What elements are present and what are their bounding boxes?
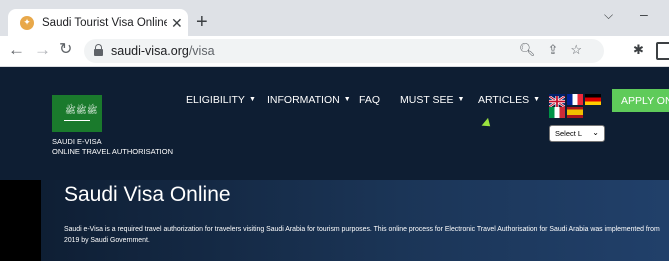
site-favicon-icon: ✦ xyxy=(20,15,34,30)
caret-down-icon: ▼ xyxy=(457,96,465,103)
language-select[interactable]: Select L ⌄ xyxy=(549,125,605,142)
reload-icon[interactable]: ↻ xyxy=(59,40,72,60)
nav-label: ELIGIBILITY xyxy=(186,94,245,106)
france-flag-icon[interactable] xyxy=(567,94,583,105)
nav-eligibility[interactable]: ELIGIBILITY ▼ xyxy=(186,94,256,106)
language-select-value: Select L xyxy=(555,129,583,138)
tab-search-chevron-icon[interactable]: ⌵ xyxy=(604,8,613,23)
nav-information[interactable]: INFORMATION ▼ xyxy=(267,94,351,106)
italy-flag-icon[interactable] xyxy=(549,107,565,118)
new-tab-icon[interactable]: + xyxy=(196,12,208,32)
caret-down-icon: ▼ xyxy=(533,96,541,103)
minimize-icon[interactable]: – xyxy=(640,6,648,22)
browser-toolbar: ← → ↻ saudi-visa.org/visa 🔍︎⇪☆ xyxy=(0,36,669,67)
germany-flag-icon[interactable] xyxy=(585,94,601,105)
zoom-icon[interactable]: 🔍︎ xyxy=(519,42,548,57)
extensions-puzzle-icon[interactable]: ✱ xyxy=(633,42,644,58)
nav-must-see[interactable]: MUST SEE ▼ xyxy=(400,94,464,106)
hero-description: Saudi e-Visa is a required travel author… xyxy=(64,226,660,244)
nav-label: INFORMATION xyxy=(267,94,340,106)
tab-close-icon[interactable]: ✕ xyxy=(171,16,183,30)
side-panel-icon[interactable] xyxy=(656,42,669,60)
nav-faq[interactable]: FAQ xyxy=(359,94,380,106)
flag-sword xyxy=(64,120,90,121)
logo-subtitle: ONLINE TRAVEL AUTHORISATION xyxy=(52,147,173,156)
share-icon[interactable]: ⇪ xyxy=(547,42,570,57)
url-host: saudi-visa.org xyxy=(111,44,189,58)
hero-banner: Saudi Visa Online Saudi e-Visa is a requ… xyxy=(0,180,669,261)
url-path: /visa xyxy=(188,44,215,58)
saudi-flag-logo[interactable]: ﷺﷺﷺ xyxy=(52,95,102,132)
address-bar[interactable]: saudi-visa.org/visa 🔍︎⇪☆ xyxy=(84,39,604,63)
caret-down-icon: ▼ xyxy=(248,96,256,103)
forward-arrow-icon[interactable]: → xyxy=(34,40,51,60)
back-arrow-icon[interactable]: ← xyxy=(8,40,25,60)
tab-strip: ✦ Saudi Tourist Visa Online, Saudi V ✕ +… xyxy=(0,0,669,36)
page-title: Saudi Visa Online xyxy=(64,183,231,206)
chevron-down-icon: ⌄ xyxy=(592,128,599,137)
nav-articles[interactable]: ARTICLES ▼ xyxy=(478,94,540,106)
url-text: saudi-visa.org/visa xyxy=(111,44,215,58)
nav-label: ARTICLES xyxy=(478,94,530,106)
web-page: ﷺﷺﷺ SAUDI E-VISA ONLINE TRAVEL AUTHORISA… xyxy=(0,67,669,261)
tab-title: Saudi Tourist Visa Online, Saudi V xyxy=(42,16,167,29)
lock-icon[interactable] xyxy=(94,44,103,56)
hero-side-bar xyxy=(0,180,41,261)
caret-down-icon: ▼ xyxy=(343,96,351,103)
uk-flag-icon[interactable] xyxy=(548,94,566,108)
browser-tab[interactable]: ✦ Saudi Tourist Visa Online, Saudi V ✕ xyxy=(8,9,188,36)
logo-title: SAUDI E-VISA xyxy=(52,137,102,146)
bookmark-star-icon[interactable]: ☆ xyxy=(570,42,594,57)
apply-online-button[interactable]: APPLY ONL xyxy=(612,89,669,112)
spain-flag-icon[interactable] xyxy=(567,107,583,118)
nav-label: MUST SEE xyxy=(400,94,454,106)
omnibox-icons: 🔍︎⇪☆ xyxy=(519,42,594,58)
flag-shahada-script: ﷺﷺﷺ xyxy=(65,105,98,115)
nav-label: FAQ xyxy=(359,94,381,106)
